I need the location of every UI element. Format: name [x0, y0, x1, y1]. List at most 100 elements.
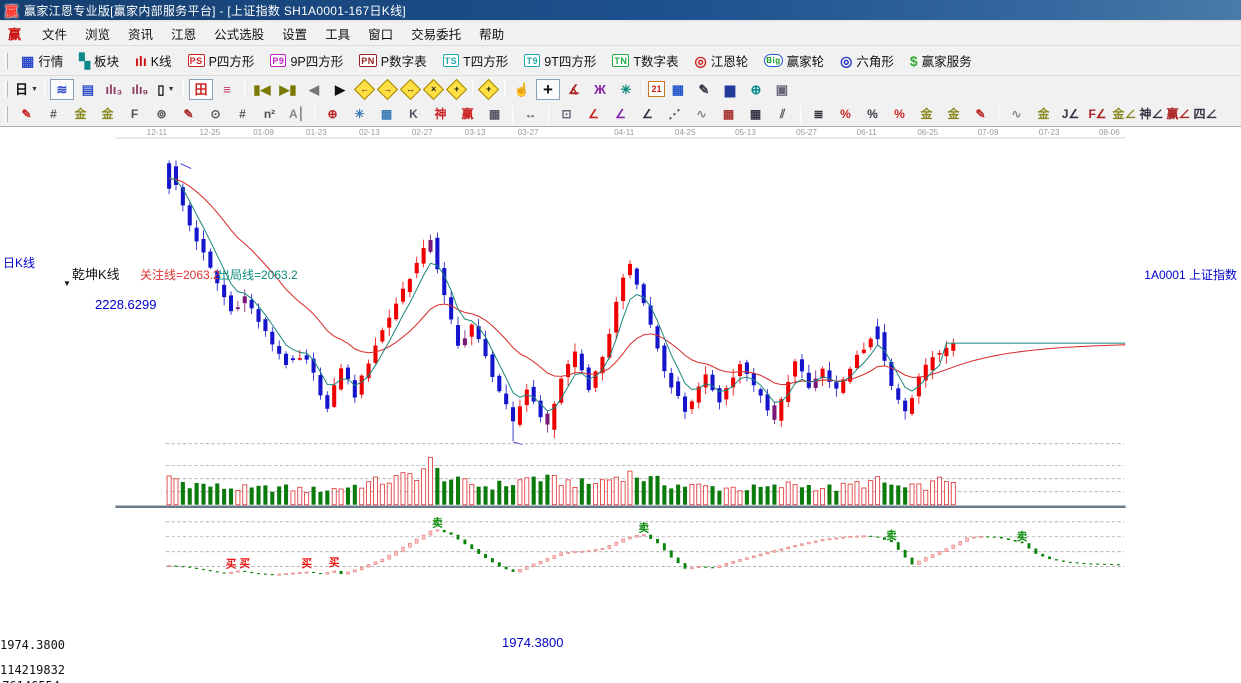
- cycle-flower-tool-button[interactable]: ✳: [614, 79, 638, 100]
- gold-circle-button[interactable]: 金: [914, 104, 939, 124]
- gann-fan-red-button[interactable]: ∠: [581, 104, 606, 124]
- spiral-calendar-button[interactable]: ⊚: [149, 104, 174, 124]
- win-tool-button[interactable]: 赢: [455, 104, 480, 124]
- toolbar-separator: [998, 105, 999, 123]
- gann-fan-dark-button[interactable]: ∠: [635, 104, 660, 124]
- ruler-123-button[interactable]: ▦: [482, 104, 507, 124]
- star-rays-button[interactable]: ✳: [347, 104, 372, 124]
- toolbar-sectors-button[interactable]: ▚板块: [71, 48, 127, 74]
- next-bar-button[interactable]: ▶: [328, 79, 352, 100]
- menu-item-资讯[interactable]: 资讯: [119, 21, 162, 46]
- note-list-tool-button[interactable]: ▤: [76, 79, 100, 100]
- period-day-dropdown-button[interactable]: 日▼: [14, 79, 39, 100]
- web-update-button[interactable]: ⊕: [744, 79, 768, 100]
- pattern-tool-button[interactable]: ≋: [50, 79, 74, 100]
- menu-item-文件[interactable]: 文件: [33, 21, 76, 46]
- span-arrow-button[interactable]: ↔: [518, 104, 543, 124]
- toolbar-winner-service-button[interactable]: $赢家服务: [902, 48, 980, 74]
- pan-hand-tool-button[interactable]: ☝: [510, 79, 534, 100]
- angle-f-button[interactable]: F∠: [1085, 104, 1110, 124]
- remote-pc-button[interactable]: ▣: [770, 79, 794, 100]
- toolbar-t-square-button[interactable]: TST四方形: [435, 48, 517, 74]
- angle-god-button[interactable]: 神∠: [1139, 104, 1164, 124]
- qiankun-box-tool-button[interactable]: 田: [189, 79, 213, 100]
- menu-item-窗口[interactable]: 窗口: [359, 21, 402, 46]
- prev-bar-button[interactable]: ◀: [302, 79, 326, 100]
- trend-pencil-button[interactable]: ✎: [14, 104, 39, 124]
- wave-count-9-button[interactable]: ılı₉: [128, 79, 152, 100]
- percent-under-button[interactable]: %: [887, 104, 912, 124]
- percent-stack-button[interactable]: ≣: [806, 104, 831, 124]
- gold-box-button[interactable]: 金: [1031, 104, 1056, 124]
- memo-pad-button[interactable]: ✎: [692, 79, 716, 100]
- toolbar-winner-wheel-button[interactable]: Big赢家轮: [756, 48, 832, 74]
- menu-item-公式选股[interactable]: 公式选股: [205, 21, 273, 46]
- gold-under-button[interactable]: 金: [941, 104, 966, 124]
- center-diamond-icon: +: [486, 84, 491, 93]
- square-rays-button[interactable]: ▦: [374, 104, 399, 124]
- angle-j-button[interactable]: J∠: [1058, 104, 1083, 124]
- zoom-out-diamond-button[interactable]: ↔: [400, 78, 421, 99]
- angle-win-button[interactable]: 赢∠: [1166, 104, 1191, 124]
- 9t-square-icon: T9: [524, 54, 540, 67]
- golden-section-2-button[interactable]: 金: [95, 104, 120, 124]
- menu-item-交易委托[interactable]: 交易委托: [402, 21, 470, 46]
- menu-item-江恩[interactable]: 江恩: [162, 21, 205, 46]
- menu-item-设置[interactable]: 设置: [273, 21, 316, 46]
- zigzag-wave-button[interactable]: ∿: [689, 104, 714, 124]
- wave-count-3-button[interactable]: ılı₃: [102, 79, 126, 100]
- andrews-fork-button[interactable]: A⎮: [284, 104, 309, 124]
- toolbar-9t-square-button[interactable]: T99T四方形: [516, 48, 604, 74]
- red-pencil-grid-button[interactable]: ✎: [176, 104, 201, 124]
- toolbar-p-number-table-button[interactable]: PNP数字表: [351, 48, 434, 74]
- box-range-button[interactable]: ⊡: [554, 104, 579, 124]
- menu-item-工具[interactable]: 工具: [316, 21, 359, 46]
- percent-button[interactable]: %: [860, 104, 885, 124]
- toolbar-p-square-button[interactable]: PSP四方形: [180, 48, 263, 74]
- menu-item-浏览[interactable]: 浏览: [76, 21, 119, 46]
- chart-canvas[interactable]: 12-1112-2501-0901-2302-1302-2703-1303-27…: [0, 127, 1241, 683]
- toolbar-9p-square-button[interactable]: P99P四方形: [262, 48, 351, 74]
- fan-lines-button[interactable]: ⋰: [662, 104, 687, 124]
- time-clock-button[interactable]: ⊙: [203, 104, 228, 124]
- gann-knot-tool-button[interactable]: Ж: [588, 79, 612, 100]
- toolbar-t-number-table-button[interactable]: TNT数字表: [604, 48, 686, 74]
- toolbar-hexagon-button[interactable]: ◎六角形: [832, 48, 902, 74]
- price-grid-button[interactable]: #: [41, 104, 66, 124]
- window-title: 赢家江恩专业版[赢家内部服务平台] - [上证指数 SH1A0001-167日K…: [24, 2, 406, 19]
- shift-right-diamond-button[interactable]: →: [377, 78, 398, 99]
- save-disk-button[interactable]: ▆: [718, 79, 742, 100]
- k-quote-button[interactable]: K: [401, 104, 426, 124]
- god-tool-button[interactable]: 神: [428, 104, 453, 124]
- volume-profile-tool-button[interactable]: ≡: [215, 79, 239, 100]
- bar-ruler-button[interactable]: #: [230, 104, 255, 124]
- toolbar-kline-button[interactable]: ılıK线: [127, 48, 180, 74]
- gann-circle-button[interactable]: ⊕: [320, 104, 345, 124]
- toolbar-quotes-button[interactable]: ▦行情: [13, 48, 71, 74]
- n-square-button[interactable]: n²: [257, 104, 282, 124]
- zoom-in-diamond-button[interactable]: ×: [423, 78, 444, 99]
- last-page-button[interactable]: ▶▮: [276, 79, 300, 100]
- av-wave-button[interactable]: ∿: [1004, 104, 1029, 124]
- angle-gold-button[interactable]: 金∠: [1112, 104, 1137, 124]
- brush-tool-button[interactable]: ✎: [968, 104, 993, 124]
- toolbar-gann-wheel-button[interactable]: ◎江恩轮: [686, 48, 756, 74]
- calculator-button[interactable]: ▦: [666, 79, 690, 100]
- compress-diamond-button[interactable]: +: [446, 78, 467, 99]
- calendar-21-button[interactable]: 21: [648, 81, 665, 97]
- first-page-button[interactable]: ▮◀: [250, 79, 274, 100]
- angle-measure-tool-button[interactable]: ∡: [562, 79, 586, 100]
- menu-item-帮助[interactable]: 帮助: [470, 21, 513, 46]
- golden-section-1-button[interactable]: 金: [68, 104, 93, 124]
- grid-box-2-button[interactable]: ▦: [743, 104, 768, 124]
- crosshair-tool-button[interactable]: +: [536, 79, 560, 100]
- parallel-lines-button[interactable]: ⫽: [770, 104, 795, 124]
- angle-four-button[interactable]: 四∠: [1193, 104, 1218, 124]
- center-diamond-button[interactable]: +: [478, 78, 499, 99]
- grid-box-1-button[interactable]: ▦: [716, 104, 741, 124]
- percent-line-button[interactable]: %: [833, 104, 858, 124]
- fibonacci-grid-button[interactable]: F: [122, 104, 147, 124]
- gann-fan-box-button[interactable]: ∠: [608, 104, 633, 124]
- shift-left-diamond-button[interactable]: ←: [354, 78, 375, 99]
- candle-style-dropdown-button[interactable]: ▯▼: [154, 79, 178, 100]
